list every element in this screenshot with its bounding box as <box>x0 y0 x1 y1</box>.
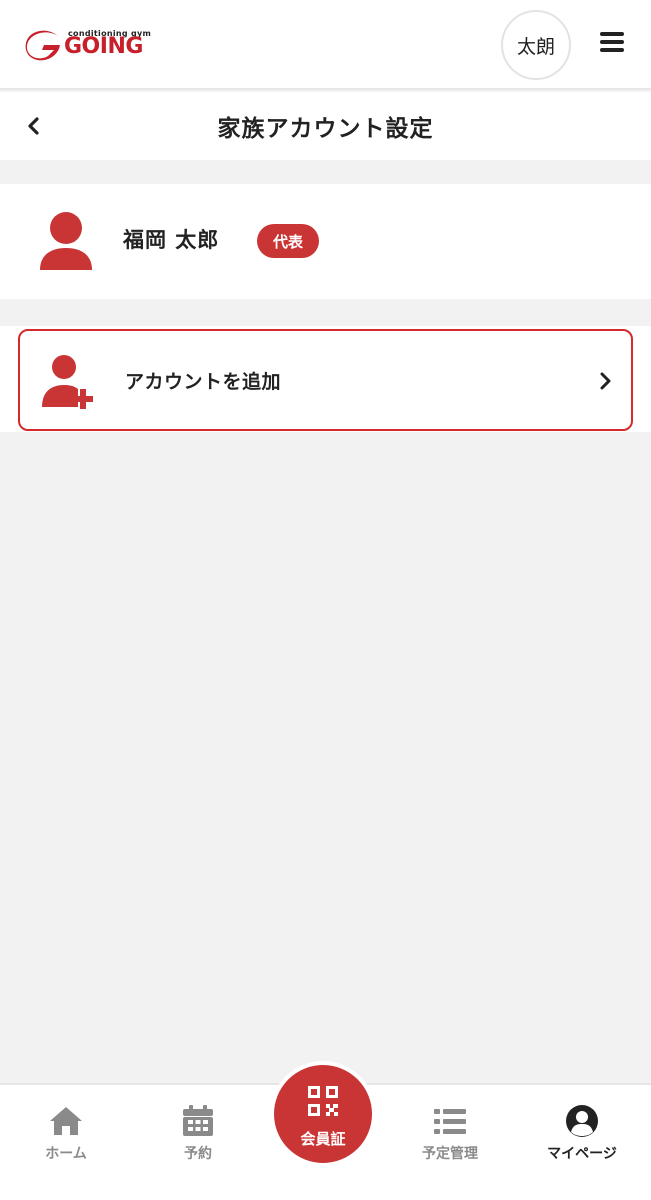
calendar-icon <box>183 1105 213 1136</box>
nav-home-label: ホーム <box>45 1146 87 1162</box>
representative-badge: 代表 <box>257 224 319 258</box>
logo-swirl-icon <box>25 30 60 61</box>
nav-mypage-label: マイページ <box>547 1146 617 1162</box>
nav-reserve[interactable]: 予約 <box>138 1085 258 1200</box>
logo-wordmark: GOING <box>64 34 143 59</box>
nav-schedule-label: 予定管理 <box>422 1146 478 1162</box>
qr-code-icon <box>308 1086 338 1116</box>
user-circle-icon <box>566 1105 598 1137</box>
family-member-row: 福岡 太郎 代表 <box>0 184 651 299</box>
hamburger-menu-icon[interactable] <box>597 28 627 58</box>
back-chevron-icon[interactable] <box>20 112 48 140</box>
add-account-section: アカウントを追加 <box>0 326 651 432</box>
add-user-icon <box>42 355 93 409</box>
page-title: 家族アカウント設定 <box>217 116 434 142</box>
title-bar: 家族アカウント設定 <box>0 92 651 160</box>
add-account-label: アカウントを追加 <box>125 371 282 393</box>
chevron-right-icon <box>600 372 611 390</box>
add-account-button[interactable]: アカウントを追加 <box>18 329 633 431</box>
list-icon <box>434 1109 466 1134</box>
user-avatar-icon <box>40 212 92 270</box>
nav-mypage[interactable]: マイページ <box>522 1085 642 1200</box>
membership-card-label: 会員証 <box>300 1130 346 1148</box>
nav-home[interactable]: ホーム <box>6 1085 126 1200</box>
home-icon <box>50 1107 82 1135</box>
membership-card-button[interactable]: 会員証 <box>270 1061 376 1167</box>
user-avatar-button[interactable]: 太朗 <box>501 10 571 80</box>
nav-reserve-label: 予約 <box>184 1146 212 1162</box>
logo[interactable]: conditioning gym GOING <box>24 26 164 66</box>
nav-schedule[interactable]: 予定管理 <box>390 1085 510 1200</box>
member-name: 福岡 太郎 <box>123 228 220 252</box>
app-header: conditioning gym GOING 太朗 <box>0 0 651 90</box>
